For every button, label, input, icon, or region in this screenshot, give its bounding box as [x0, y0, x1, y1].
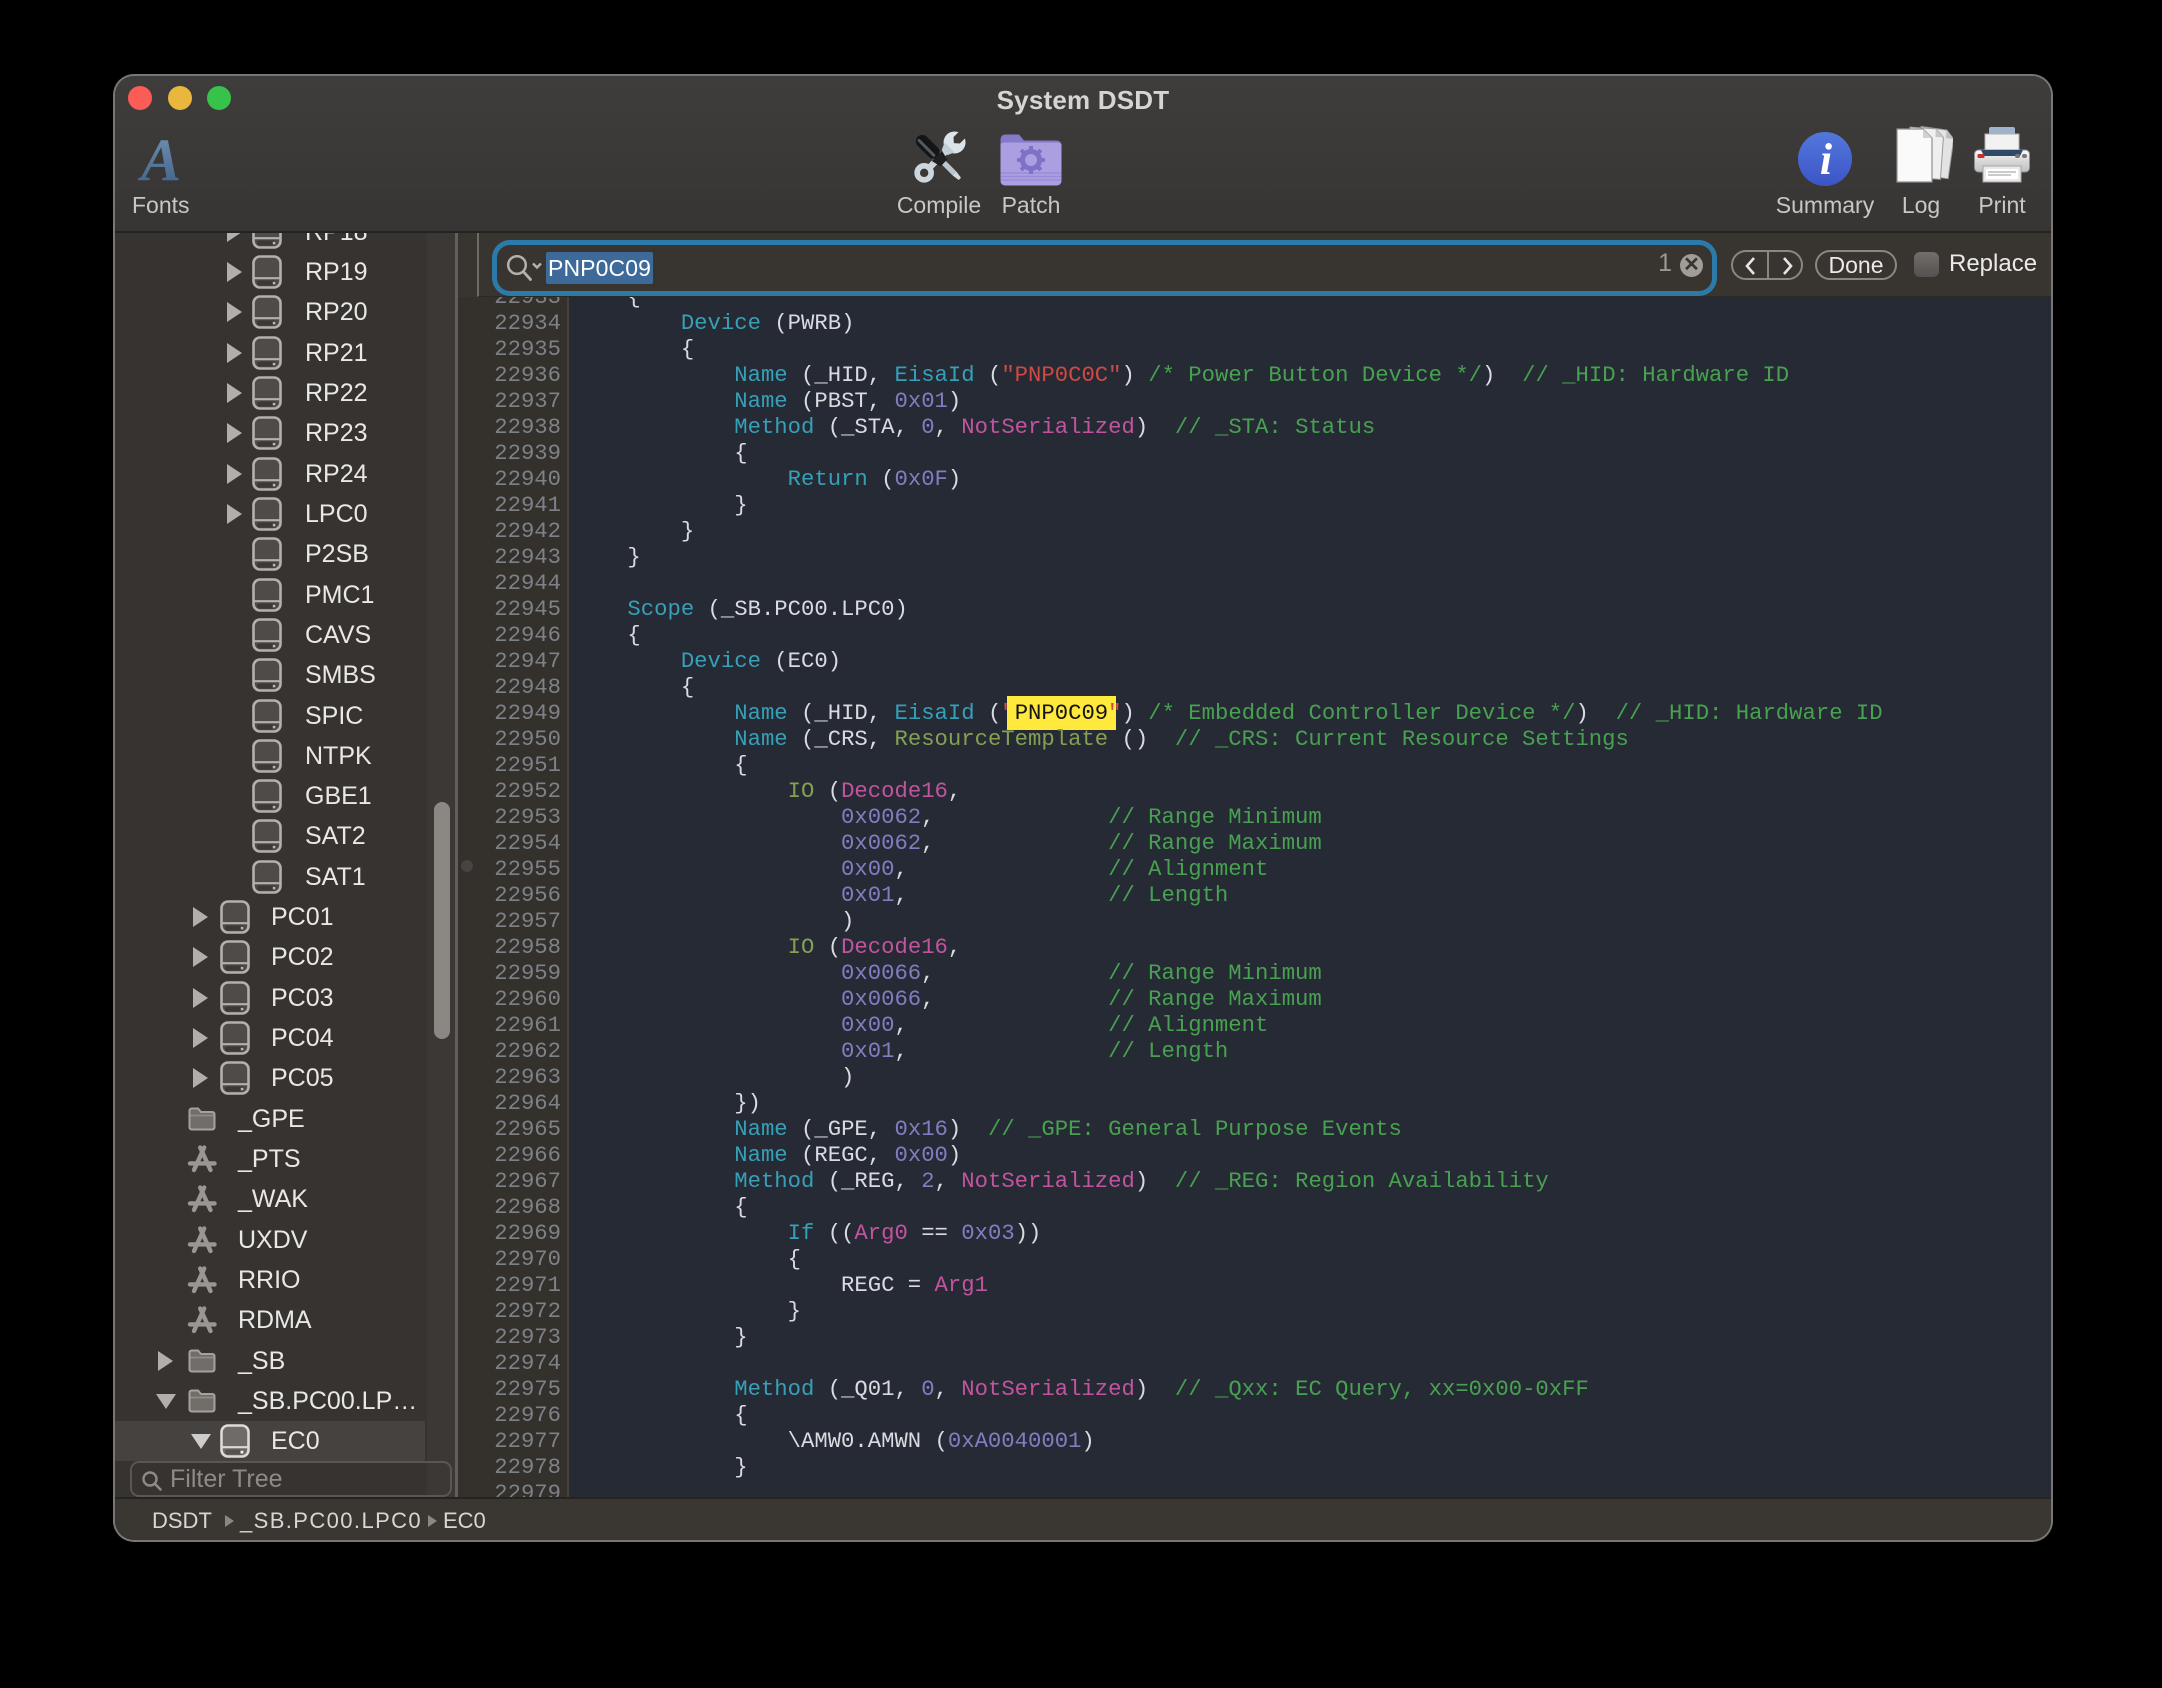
svg-text:A: A	[137, 132, 181, 188]
svg-text:i: i	[1820, 135, 1833, 184]
